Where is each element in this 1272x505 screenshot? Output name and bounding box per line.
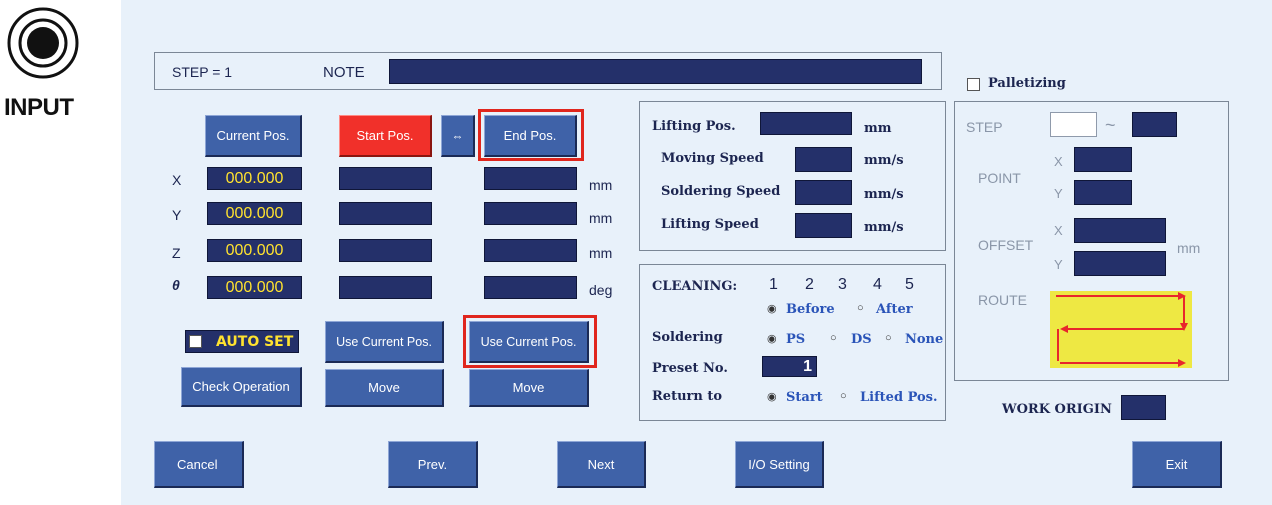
swap-button[interactable]: ⇔ (441, 115, 475, 157)
unit-y: mm (589, 210, 613, 226)
cleaning-after-label: After (876, 302, 913, 317)
cleaning-after-radio[interactable]: ○ (857, 302, 864, 314)
return-start-label: Start (786, 390, 823, 405)
lifting-speed-label: Lifting Speed (661, 217, 759, 232)
axis-label-y: Y (172, 207, 182, 223)
cancel-button[interactable]: Cancel (154, 441, 244, 488)
pallet-route-diagram[interactable] (1050, 291, 1192, 368)
axis-label-z: Z (172, 245, 181, 261)
auto-set-label: AUTO SET (216, 334, 294, 350)
pallet-step-from-field[interactable] (1050, 112, 1097, 137)
cleaning-number-5[interactable]: 5 (905, 276, 914, 294)
check-operation-button[interactable]: Check Operation (181, 367, 302, 407)
cleaning-number-3[interactable]: 3 (838, 276, 847, 294)
note-input[interactable] (389, 59, 922, 84)
soldering-speed-field[interactable] (795, 180, 852, 205)
start-z-field[interactable] (339, 239, 432, 262)
soldering-speed-unit: mm/s (864, 187, 904, 202)
pallet-offset-y-field[interactable] (1074, 251, 1166, 276)
axis-label-theta: θ (172, 277, 180, 293)
start-theta-field[interactable] (339, 276, 432, 299)
axis-label-x: X (172, 172, 182, 188)
pallet-point-x-field[interactable] (1074, 147, 1132, 172)
note-label: NOTE (323, 64, 365, 81)
pallet-point-x-label: X (1054, 154, 1063, 169)
moving-speed-field[interactable] (795, 147, 852, 172)
pallet-offset-x-field[interactable] (1074, 218, 1166, 243)
exit-button[interactable]: Exit (1132, 441, 1222, 488)
cleaning-before-label: Before (786, 302, 835, 317)
step-indicator: STEP = 1 (172, 64, 233, 80)
current-y-value: 000.000 (207, 202, 302, 225)
move-start-button[interactable]: Move (325, 369, 444, 407)
soldering-ds-label: DS (851, 332, 872, 347)
pallet-offset-label: OFFSET (978, 237, 1034, 253)
palletizing-label: Palletizing (988, 76, 1066, 91)
soldering-ps-label: PS (786, 332, 806, 347)
return-to-label: Return to (652, 389, 723, 404)
cleaning-number-1[interactable]: 1 (769, 276, 778, 294)
current-z-value: 000.000 (207, 239, 302, 262)
work-origin-field[interactable] (1121, 395, 1166, 420)
cleaning-number-2[interactable]: 2 (805, 276, 814, 294)
lifting-pos-unit: mm (864, 121, 892, 136)
pallet-step-to-field[interactable] (1132, 112, 1177, 137)
pallet-point-y-label: Y (1054, 186, 1063, 201)
soldering-label: Soldering (652, 330, 723, 345)
end-y-field[interactable] (484, 202, 577, 225)
pallet-point-y-field[interactable] (1074, 180, 1132, 205)
use-current-pos-end-button[interactable]: Use Current Pos. (469, 321, 589, 363)
cleaning-number-4[interactable]: 4 (873, 276, 882, 294)
moving-speed-unit: mm/s (864, 153, 904, 168)
unit-x: mm (589, 177, 613, 193)
preset-label: Preset No. (652, 361, 728, 376)
return-lifted-label: Lifted Pos. (860, 390, 938, 405)
cleaning-before-radio[interactable]: ◉ (767, 302, 777, 315)
current-theta-value: 000.000 (207, 276, 302, 299)
end-pos-button[interactable]: End Pos. (484, 115, 577, 157)
palletizing-checkbox[interactable] (967, 78, 980, 91)
use-current-pos-start-button[interactable]: Use Current Pos. (325, 321, 444, 363)
return-lifted-radio[interactable]: ○ (840, 390, 847, 402)
pallet-step-tilde: ~ (1105, 115, 1116, 135)
soldering-ds-radio[interactable]: ○ (830, 332, 837, 344)
start-x-field[interactable] (339, 167, 432, 190)
pallet-offset-x-label: X (1054, 223, 1063, 238)
auto-set-checkbox[interactable] (189, 335, 202, 348)
io-setting-button[interactable]: I/O Setting (735, 441, 824, 488)
input-label: INPUT (4, 94, 74, 121)
unit-theta: deg (589, 282, 613, 298)
lifting-speed-unit: mm/s (864, 220, 904, 235)
end-x-field[interactable] (484, 167, 577, 190)
current-pos-button[interactable]: Current Pos. (205, 115, 302, 157)
pallet-offset-y-label: Y (1054, 257, 1063, 272)
preset-value[interactable]: 1 (762, 356, 817, 377)
end-z-field[interactable] (484, 239, 577, 262)
unit-z: mm (589, 245, 613, 261)
moving-speed-label: Moving Speed (661, 151, 764, 166)
cleaning-label: CLEANING: (652, 279, 738, 294)
auto-set-toggle[interactable]: AUTO SET (185, 330, 299, 353)
move-end-button[interactable]: Move (469, 369, 589, 407)
input-icon (7, 7, 79, 79)
end-theta-field[interactable] (484, 276, 577, 299)
pallet-offset-unit: mm (1177, 240, 1201, 256)
work-origin-label: WORK ORIGIN (1002, 402, 1112, 417)
soldering-speed-label: Soldering Speed (661, 184, 781, 199)
pallet-point-label: POINT (978, 170, 1021, 186)
start-pos-button[interactable]: Start Pos. (339, 115, 432, 157)
return-start-radio[interactable]: ◉ (767, 390, 777, 403)
lifting-speed-field[interactable] (795, 213, 852, 238)
lifting-pos-label: Lifting Pos. (652, 119, 736, 134)
next-button[interactable]: Next (557, 441, 646, 488)
prev-button[interactable]: Prev. (388, 441, 478, 488)
soldering-ps-radio[interactable]: ◉ (767, 332, 777, 345)
soldering-none-label: None (905, 332, 944, 347)
lifting-pos-field[interactable] (760, 112, 852, 135)
pallet-step-label: STEP (966, 119, 1003, 135)
start-y-field[interactable] (339, 202, 432, 225)
pallet-route-label: ROUTE (978, 292, 1027, 308)
current-x-value: 000.000 (207, 167, 302, 190)
soldering-none-radio[interactable]: ○ (885, 332, 892, 344)
